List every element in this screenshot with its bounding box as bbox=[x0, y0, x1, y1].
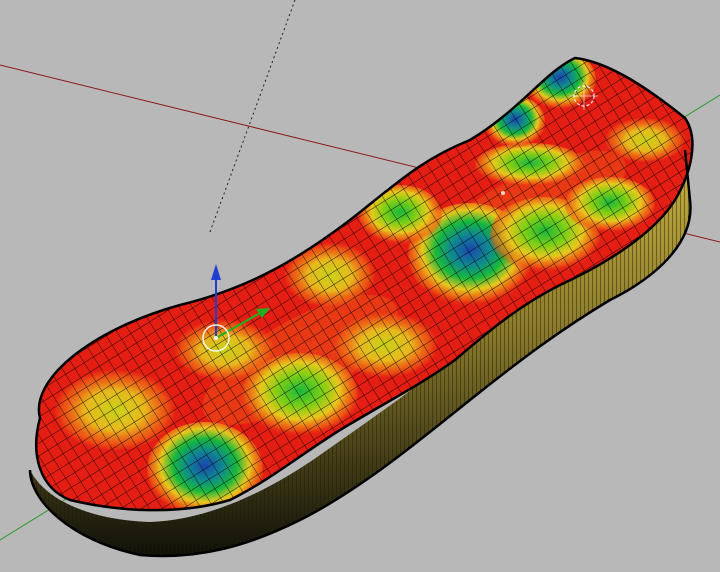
3d-viewport[interactable] bbox=[0, 0, 720, 572]
pivot-point-icon bbox=[501, 191, 505, 195]
gizmo-center-dot-icon bbox=[214, 336, 218, 340]
